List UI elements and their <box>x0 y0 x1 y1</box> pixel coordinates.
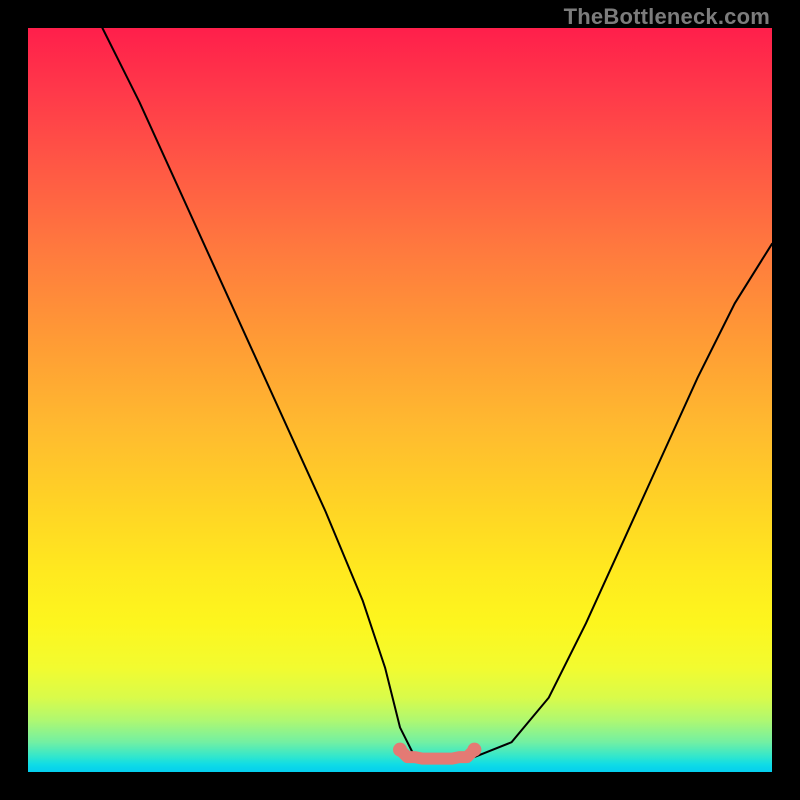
watermark-text: TheBottleneck.com <box>564 4 770 30</box>
valley-dot-left <box>393 743 407 757</box>
valley-dot-right <box>467 743 481 757</box>
chart-svg <box>28 28 772 772</box>
chart-frame: TheBottleneck.com <box>0 0 800 800</box>
bottleneck-curve-line <box>102 28 772 761</box>
